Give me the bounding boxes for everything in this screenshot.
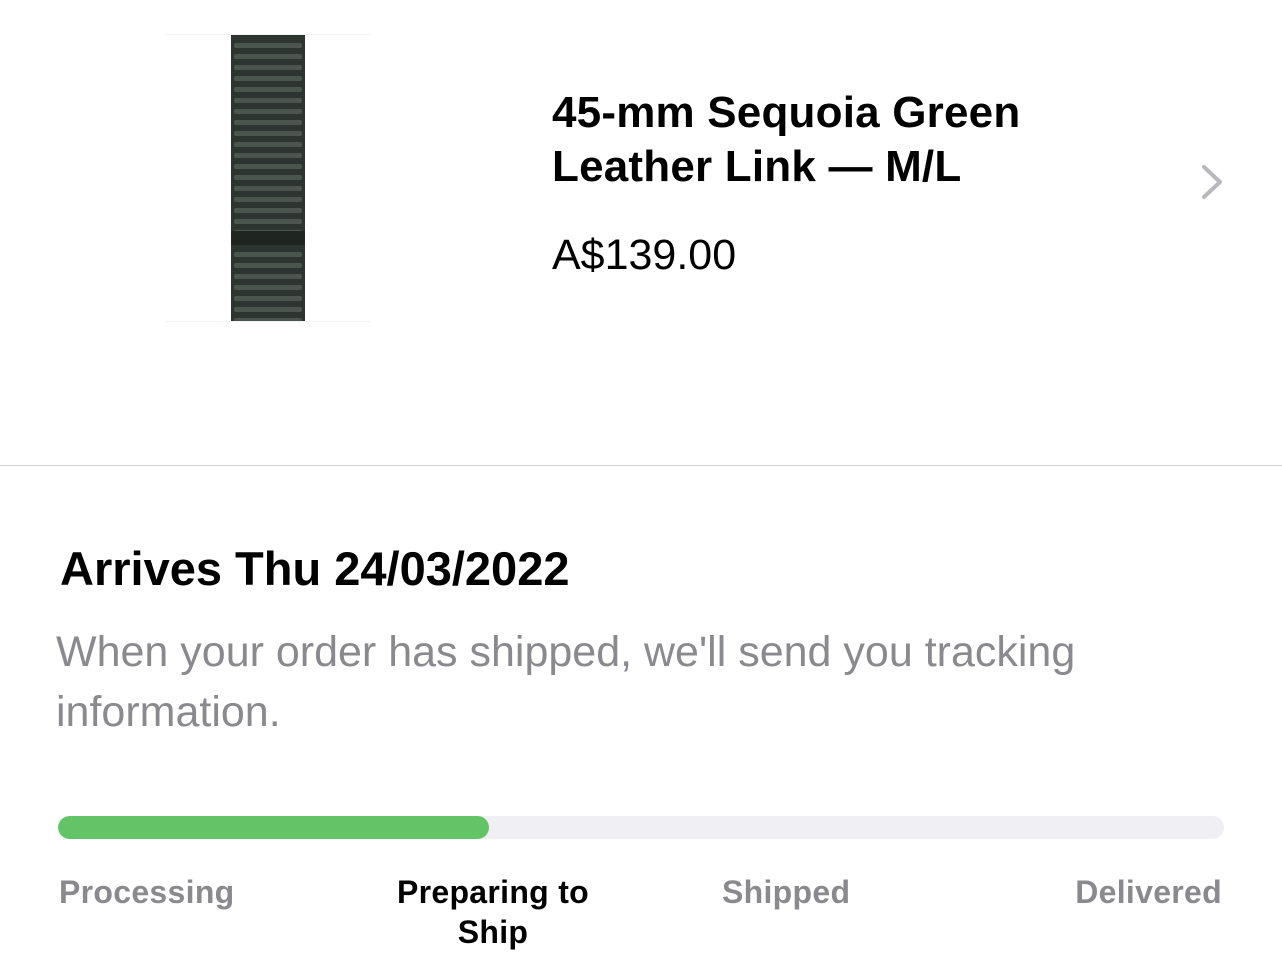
product-row[interactable]: 45-mm Sequoia Green Leather Link — M/L A… — [0, 0, 1282, 465]
step-delivered: Delivered — [1075, 874, 1222, 910]
arrival-date: Arrives Thu 24/03/2022 — [60, 542, 570, 595]
product-title: 45-mm Sequoia Green Leather Link — M/L — [552, 88, 1021, 191]
product-image — [165, 34, 371, 322]
order-detail-page: 45-mm Sequoia Green Leather Link — M/L A… — [0, 0, 1282, 968]
tracking-note: When your order has shipped, we'll send … — [56, 628, 1076, 736]
step-preparing-to-ship: Preparing to Ship — [396, 874, 590, 950]
section-divider — [0, 465, 1282, 466]
progress-fill — [58, 816, 490, 839]
product-price: A$139.00 — [552, 231, 737, 279]
progress-track — [58, 816, 1224, 839]
chevron-right-icon[interactable] — [1196, 162, 1228, 202]
step-shipped: Shipped — [722, 874, 851, 910]
watch-band-icon — [231, 35, 305, 321]
step-processing: Processing — [59, 874, 235, 910]
